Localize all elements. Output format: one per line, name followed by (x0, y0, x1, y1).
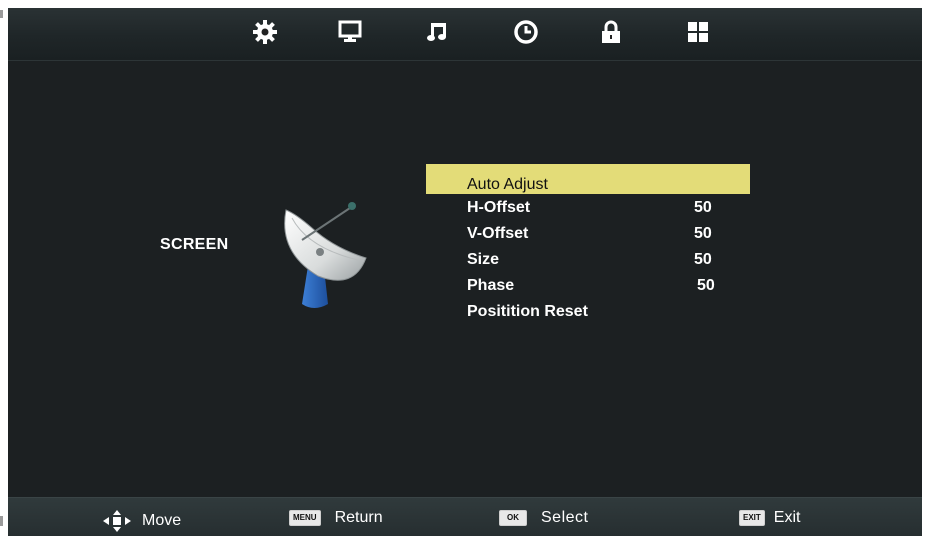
monitor-icon (338, 20, 362, 42)
gear-icon (253, 20, 277, 44)
music-note-icon (427, 23, 446, 41)
lock-icon (602, 20, 620, 43)
menu-item-label: V-Offset (467, 225, 529, 242)
edge-mark-bottom (0, 516, 3, 526)
tab-time[interactable] (510, 16, 542, 48)
menu-item-value: 50 (697, 277, 715, 294)
hint-move-label: Move (142, 512, 182, 529)
tab-picture[interactable] (334, 16, 366, 48)
edge-mark-top (0, 10, 3, 18)
menu-item-label: Positition Reset (467, 303, 588, 320)
hint-select-label: Select (541, 509, 589, 526)
exit-key-icon: EXIT (739, 510, 765, 526)
menu-item-value: 50 (694, 199, 712, 216)
direction-pad-icon (103, 510, 131, 532)
menu-key-icon: MENU (289, 510, 321, 526)
hint-exit-label: Exit (773, 509, 801, 526)
tab-sound[interactable] (421, 16, 453, 48)
hint-return: MENU Return (289, 509, 383, 527)
tab-settings[interactable] (249, 16, 281, 48)
screen-menu: Auto Adjust H-Offset 50 V-Offset 50 Size… (426, 164, 750, 324)
hint-move: Move (102, 509, 181, 533)
ok-key-icon: OK (499, 510, 527, 526)
menu-item-value: 50 (694, 225, 712, 242)
grid-icon (688, 22, 708, 42)
menu-item-label: Phase (467, 277, 515, 294)
menu-item-label: Auto Adjust (467, 176, 548, 193)
hint-exit: EXIT Exit (739, 509, 800, 527)
menu-item-v-offset[interactable]: V-Offset 50 (426, 220, 750, 246)
bottom-hint-bar: Move MENU Return OK Select EXIT Exit (8, 497, 922, 536)
menu-item-phase[interactable]: Phase 50 (426, 272, 750, 298)
tv-screen: SCREEN Auto Adjust H-Offset 50 V-Offset … (8, 8, 922, 536)
clock-icon (514, 20, 538, 44)
tab-setup[interactable] (682, 16, 714, 48)
menu-item-position-reset[interactable]: Positition Reset (426, 298, 750, 324)
menu-item-h-offset[interactable]: H-Offset 50 (426, 194, 750, 220)
section-title: SCREEN (160, 236, 229, 253)
menu-item-value: 50 (694, 251, 712, 268)
tab-lock[interactable] (595, 16, 627, 48)
top-tab-bar (8, 8, 922, 61)
menu-item-label: Size (467, 251, 500, 268)
menu-item-label: H-Offset (467, 199, 531, 216)
menu-item-size[interactable]: Size 50 (426, 246, 750, 272)
menu-item-auto-adjust[interactable]: Auto Adjust (426, 164, 750, 194)
hint-return-label: Return (334, 509, 383, 526)
hint-select: OK Select (499, 509, 588, 527)
satellite-dish-icon (284, 202, 367, 308)
